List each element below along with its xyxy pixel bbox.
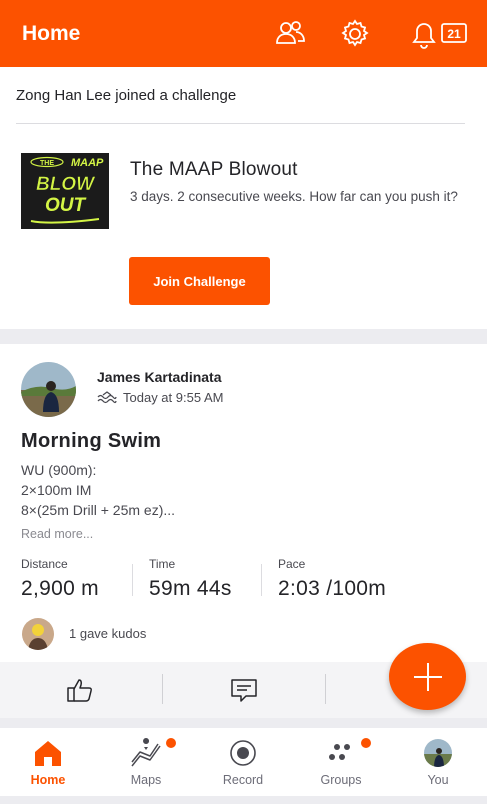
notification-dot	[361, 738, 371, 748]
groups-icon	[329, 744, 350, 760]
add-fab-button[interactable]	[389, 643, 466, 710]
home-icon	[35, 741, 61, 766]
nav-label: Record	[222, 773, 264, 787]
stat-divider	[132, 564, 133, 596]
comment-icon[interactable]	[229, 676, 259, 704]
action-divider	[162, 674, 163, 704]
map-icon	[131, 738, 161, 767]
notification-count: 21	[447, 27, 461, 41]
action-divider	[325, 674, 326, 704]
activity-description: WU (900m): 2×100m IM 8×(25m Drill + 25m …	[21, 460, 175, 520]
kudos-avatar[interactable]	[22, 618, 54, 650]
swim-icon	[97, 390, 117, 403]
svg-text:MAAP: MAAP	[71, 157, 104, 169]
stat-time: Time 59m 44s	[149, 557, 232, 601]
stat-value: 2:03 /100m	[278, 577, 387, 600]
record-icon	[230, 740, 256, 766]
page-title: Home	[22, 21, 81, 45]
stat-label: Pace	[278, 557, 306, 571]
svg-text:THE: THE	[40, 160, 54, 167]
joined-text: Zong Han Lee joined a challenge	[16, 87, 237, 104]
divider	[16, 123, 465, 124]
avatar	[424, 739, 452, 767]
kudos-thumbs-up-icon[interactable]	[66, 676, 96, 704]
athlete-avatar[interactable]	[21, 362, 76, 417]
description-line: 2×100m IM	[21, 482, 92, 498]
bell-icon[interactable]: 21	[408, 18, 468, 50]
nav-label: Maps	[130, 773, 162, 787]
nav-label: Groups	[320, 773, 362, 787]
description-line: 8×(25m Drill + 25m ez)...	[21, 502, 176, 518]
nav-label: Home	[30, 773, 66, 787]
challenge-logo[interactable]: THE MAAP BLOW OUT	[21, 153, 109, 229]
challenge-description: 3 days. 2 consecutive weeks. How far can…	[130, 189, 458, 204]
stat-value: 59m 44s	[149, 577, 232, 600]
stat-label: Distance	[21, 557, 68, 571]
kudos-text[interactable]: 1 gave kudos	[69, 626, 146, 641]
activity-time: Today at 9:55 AM	[123, 390, 224, 405]
nav-item-groups[interactable]: Groups	[301, 728, 381, 796]
activity-meta: Today at 9:55 AM	[97, 390, 223, 405]
stat-divider	[261, 564, 262, 596]
bottom-nav: Home Maps Record Groups You	[0, 728, 487, 796]
people-icon[interactable]	[274, 18, 306, 50]
activity-card: James Kartadinata Today at 9:55 AM Morni…	[0, 344, 487, 662]
join-challenge-button[interactable]: Join Challenge	[129, 257, 270, 305]
svg-text:OUT: OUT	[45, 195, 87, 216]
activity-title[interactable]: Morning Swim	[21, 430, 161, 453]
stat-value: 2,900 m	[21, 577, 99, 600]
nav-item-record[interactable]: Record	[203, 728, 283, 796]
nav-item-you[interactable]: You	[398, 728, 478, 796]
nav-label: You	[427, 773, 449, 787]
plus-icon	[413, 662, 442, 691]
nav-item-maps[interactable]: Maps	[106, 728, 186, 796]
description-line: WU (900m):	[21, 462, 97, 478]
stat-pace: Pace 2:03 /100m	[278, 557, 386, 601]
read-more-link[interactable]: Read more...	[21, 527, 93, 541]
svg-text:BLOW: BLOW	[36, 174, 96, 195]
challenge-title[interactable]: The MAAP Blowout	[130, 159, 298, 181]
athlete-name[interactable]: James Kartadinata	[97, 369, 222, 385]
notification-dot	[166, 738, 176, 748]
gear-icon[interactable]	[339, 18, 371, 50]
stat-label: Time	[149, 557, 176, 571]
stat-distance: Distance 2,900 m	[21, 557, 99, 601]
nav-item-home[interactable]: Home	[8, 728, 88, 796]
challenge-card: Zong Han Lee joined a challenge THE MAAP…	[0, 67, 487, 329]
